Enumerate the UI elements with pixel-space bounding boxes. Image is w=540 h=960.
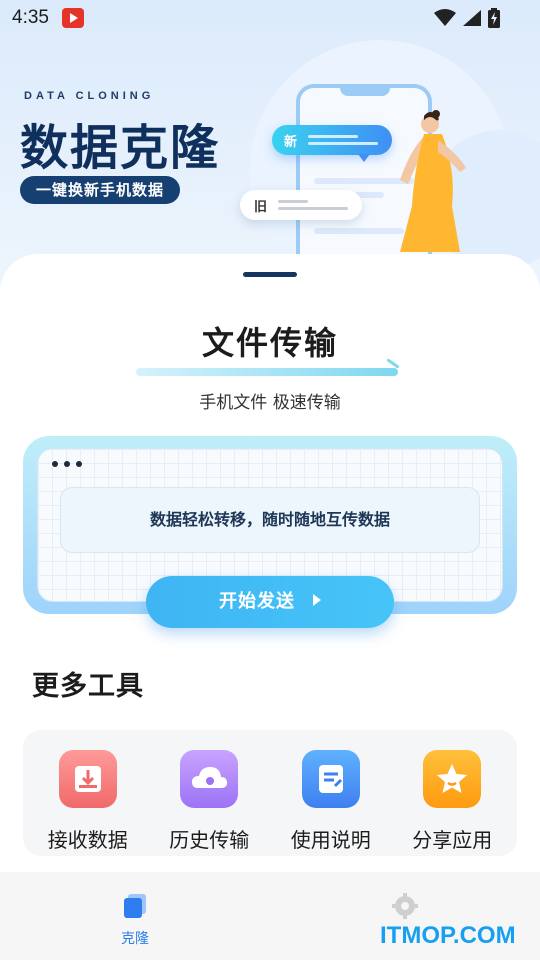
document-icon [301,750,360,808]
tool-history-transfer[interactable]: 历史传输 [149,730,269,856]
tool-receive-data[interactable]: 接收数据 [28,730,148,856]
status-time: 4:35 [12,7,49,28]
woman-illustration [400,110,466,252]
cloud-history-icon [180,750,239,808]
play-icon [313,594,321,606]
main-sheet: 文件传输 手机文件 极速传输 数据轻松转移，随时随地互传数据 开始发送 更多工具… [0,254,540,874]
nav-tab-clone[interactable]: 克隆 [75,872,195,960]
receive-icon [58,750,117,808]
sheet-grabber[interactable] [243,272,297,277]
old-label: 旧 [254,200,268,215]
new-phone-bubble: 新 [272,125,392,162]
wifi-icon [434,9,456,26]
status-icons [434,8,500,28]
star-share-icon [423,750,482,808]
new-label: 新 [284,135,298,150]
video-app-notification-icon [62,8,84,28]
tool-label: 分享应用 [412,828,493,852]
hero-title: 数据克隆 [20,120,221,176]
transfer-title: 文件传输 [201,324,338,362]
tool-label: 历史传输 [169,828,250,852]
phone-notch [340,84,390,96]
hero-subtitle-pill: 一键换新手机数据 [20,176,181,204]
tools-grid: 接收数据 历史传输 使用说明 分享应用 [23,730,517,856]
title-underline-arrow [136,368,398,376]
tool-label: 使用说明 [290,828,371,852]
window-dots [52,461,82,467]
battery-charging-icon [488,8,500,28]
gear-icon [392,893,418,919]
status-bar: 4:35 [0,0,540,36]
watermark: ITMOP.COM [380,922,516,949]
old-phone-bubble: 旧 [240,190,362,220]
start-send-label: 开始发送 [219,591,295,612]
more-tools-title: 更多工具 [32,671,144,702]
clone-icon [124,894,146,918]
signal-icon [463,10,481,26]
hero-eyebrow: DATA CLONING [24,90,155,102]
tool-share-app[interactable]: 分享应用 [392,730,512,856]
transfer-message: 数据轻松转移，随时随地互传数据 [60,487,480,553]
transfer-subtitle: 手机文件 极速传输 [199,393,341,413]
tool-user-guide[interactable]: 使用说明 [271,730,391,856]
nav-label-clone: 克隆 [121,931,149,947]
tool-label: 接收数据 [47,828,128,852]
start-send-button[interactable]: 开始发送 [146,576,394,628]
